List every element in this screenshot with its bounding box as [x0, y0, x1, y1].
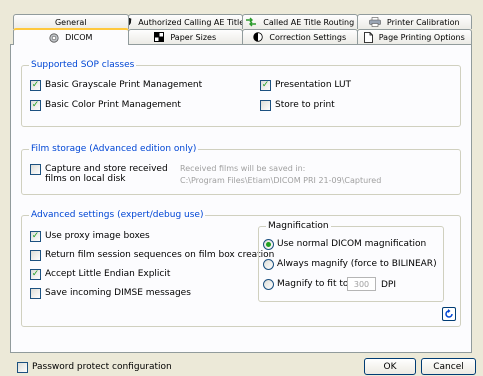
checkbox-label: Basic Grayscale Print Management	[45, 80, 203, 90]
tab-paper-sizes[interactable]: Paper Sizes	[127, 29, 243, 44]
magnify-to-fit-radio[interactable]: Magnify to fit to	[263, 279, 348, 290]
checkbox-box[interactable]	[30, 164, 41, 175]
group-legend: Magnification	[266, 221, 331, 231]
proxy-image-boxes-checkbox[interactable]: ✓ Use proxy image boxes	[30, 231, 150, 242]
checkbox-box[interactable]: ✓	[260, 80, 271, 91]
checkbox-label: Save incoming DIMSE messages	[45, 288, 191, 298]
always-magnify-radio[interactable]: Always magnify (force to BILINEAR)	[263, 259, 437, 270]
checkbox-box[interactable]: ✓	[30, 100, 41, 111]
film-storage-group: Film storage (Advanced edition only) Cap…	[21, 144, 461, 195]
routing-arrows-icon	[245, 17, 257, 27]
save-dimse-checkbox[interactable]: Save incoming DIMSE messages	[30, 288, 191, 299]
little-endian-explicit-checkbox[interactable]: ✓ Accept Little Endian Explicit	[30, 269, 170, 280]
reset-button[interactable]	[442, 307, 456, 321]
shield-icon	[128, 17, 132, 27]
tab-label: Authorized Calling AE Titles	[138, 17, 243, 27]
checkbox-label: Password protect configuration	[32, 362, 172, 372]
checkbox-label: Return film session sequences on film bo…	[45, 250, 275, 260]
tab-label: Called AE Title Routing	[263, 17, 355, 27]
magnification-group: Magnification Use normal DICOM magnifica…	[258, 221, 444, 302]
ok-button[interactable]: OK	[364, 358, 416, 375]
tab-authorized-calling-ae-titles[interactable]: Authorized Calling AE Titles	[127, 14, 243, 29]
dicom-settings-panel: Supported SOP classes ✓ Basic Grayscale …	[10, 44, 472, 353]
radio-circle[interactable]	[263, 239, 274, 250]
saved-location-note: Received films will be saved in:	[180, 164, 306, 173]
checkbox-box[interactable]	[17, 362, 28, 373]
tab-label: Correction Settings	[269, 32, 347, 42]
tab-row-top: General Authorized Calling AE Titles Cal…	[13, 14, 472, 29]
normal-magnification-radio[interactable]: Use normal DICOM magnification	[263, 239, 426, 250]
tab-label: DICOM	[65, 33, 93, 42]
capture-label-line1: Capture and store received	[45, 164, 168, 174]
group-legend: Advanced settings (expert/debug use)	[29, 210, 206, 220]
tab-label: Paper Sizes	[170, 32, 217, 42]
checkbox-box[interactable]	[30, 288, 41, 299]
tab-called-ae-title-routing[interactable]: Called AE Title Routing	[242, 14, 358, 29]
checkbox-box[interactable]	[260, 100, 271, 111]
checkbox-box[interactable]	[30, 250, 41, 261]
dicom-gear-icon	[49, 32, 59, 43]
printer-icon	[369, 17, 381, 27]
tab-label: General	[54, 17, 87, 27]
tab-general[interactable]: General	[13, 14, 129, 29]
radio-circle[interactable]	[263, 279, 274, 290]
checkbox-label: Use proxy image boxes	[45, 231, 150, 241]
sop-color-checkbox[interactable]: ✓ Basic Color Print Management	[30, 100, 181, 111]
dpi-unit: DPI	[381, 280, 397, 290]
tab-label: Printer Calibration	[386, 17, 460, 27]
advanced-settings-group: Advanced settings (expert/debug use) ✓ U…	[21, 210, 461, 327]
radio-circle[interactable]	[263, 259, 274, 270]
group-legend: Film storage (Advanced edition only)	[29, 144, 199, 154]
sop-grayscale-checkbox[interactable]: ✓ Basic Grayscale Print Management	[30, 80, 202, 91]
tab-correction-settings[interactable]: Correction Settings	[242, 29, 358, 44]
checkbox-box[interactable]: ✓	[30, 269, 41, 280]
radio-label: Use normal DICOM magnification	[277, 239, 427, 249]
return-film-session-checkbox[interactable]: Return film session sequences on film bo…	[30, 250, 274, 261]
tab-page-printing-options[interactable]: Page Printing Options	[356, 29, 472, 44]
checkbox-label: Presentation LUT	[275, 80, 352, 90]
refresh-icon	[445, 309, 453, 318]
radio-label: Always magnify (force to BILINEAR)	[277, 259, 437, 269]
contrast-icon	[253, 32, 264, 42]
page-icon	[363, 31, 373, 43]
cancel-button[interactable]: Cancel	[421, 358, 476, 375]
dpi-input[interactable]: 300	[347, 277, 376, 291]
radio-label: Magnify to fit to	[277, 279, 349, 289]
sop-store-to-print-checkbox[interactable]: Store to print	[260, 100, 335, 111]
checkbox-box[interactable]: ✓	[30, 231, 41, 242]
grid-icon	[154, 32, 165, 42]
checkbox-label: Accept Little Endian Explicit	[45, 269, 171, 279]
checkbox-label: Store to print	[275, 100, 335, 110]
tab-label: Page Printing Options	[378, 32, 465, 42]
tab-row-bottom: DICOM Paper Sizes Correction Settings Pa…	[13, 28, 472, 45]
checkbox-box[interactable]: ✓	[30, 80, 41, 91]
capture-films-checkbox[interactable]: Capture and store received films on loca…	[30, 164, 168, 184]
group-legend: Supported SOP classes	[29, 60, 137, 70]
password-protect-checkbox[interactable]: Password protect configuration	[17, 362, 172, 373]
checkbox-label: Capture and store received films on loca…	[45, 164, 168, 184]
sop-classes-group: Supported SOP classes ✓ Basic Grayscale …	[21, 60, 461, 127]
tab-printer-calibration[interactable]: Printer Calibration	[356, 14, 472, 29]
tab-dicom[interactable]: DICOM	[13, 28, 129, 45]
capture-label-line2: films on local disk	[45, 174, 126, 184]
checkbox-label: Basic Color Print Management	[45, 100, 181, 110]
sop-presentation-lut-checkbox[interactable]: ✓ Presentation LUT	[260, 80, 351, 91]
saved-location-path: C:\Program Files\Etiam\DICOM PRI 21-09\C…	[180, 176, 382, 185]
